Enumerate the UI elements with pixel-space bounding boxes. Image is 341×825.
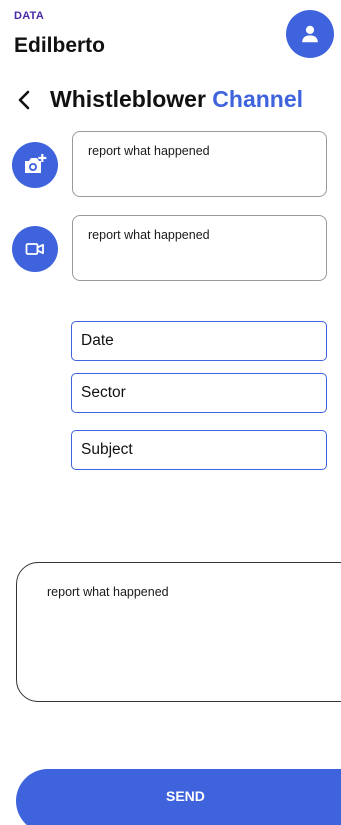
send-button-label: SEND [166,788,205,804]
chevron-left-icon [18,90,30,110]
brand-label: DATA [14,10,45,22]
avatar-button[interactable] [286,10,334,58]
page-title-main: Whistleblower [50,86,206,112]
add-photo-button[interactable] [12,142,58,188]
user-icon [302,25,318,43]
sector-field[interactable]: Sector [71,373,327,413]
username: Edilberto [14,34,106,57]
subject-field[interactable]: Subject [71,430,327,470]
date-field[interactable]: Date [71,321,327,361]
camera-add-icon [25,154,47,173]
add-video-button[interactable] [12,226,58,272]
back-button[interactable] [12,86,36,114]
photo-description-input[interactable]: report what happened [72,131,327,197]
video-description-input[interactable]: report what happened [72,215,327,281]
send-button[interactable]: SEND [16,769,341,825]
whistleblower-screen: DATA Edilberto Whistleblower Channel rep… [0,0,341,825]
video-icon [25,243,44,255]
report-textarea[interactable]: report what happened [16,562,341,702]
page-title-accent: Channel [212,86,304,112]
page-title: Whistleblower Channel [50,86,303,113]
